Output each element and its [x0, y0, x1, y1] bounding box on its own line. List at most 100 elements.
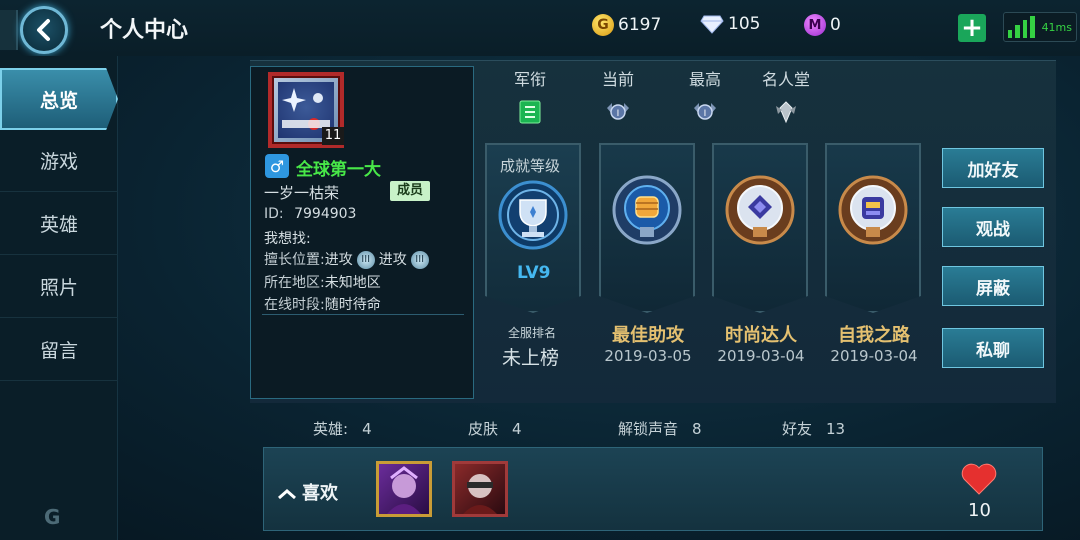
liked-hero-thumbnail[interactable] [452, 461, 508, 517]
diamond-amount: 105 [728, 14, 761, 34]
fist-badge-icon [612, 175, 682, 245]
sidebar: 总览 游戏 英雄 照片 留言 [0, 56, 118, 540]
m-coin-amount: 0 [830, 15, 841, 35]
chevron-badge-icon [725, 175, 795, 245]
network-status: 41ms [1003, 12, 1077, 42]
stat-skins: 皮肤 4 [468, 418, 522, 439]
player-name: 一岁一枯荣 [264, 184, 340, 202]
id-row: ID: 7994903 [264, 206, 356, 222]
online-label: 在线时段: [264, 297, 325, 313]
stat-label: 解锁声音 [618, 420, 679, 438]
military-rank-icon[interactable] [516, 100, 544, 124]
signal-bar [1015, 25, 1020, 38]
server-rank-value: 未上榜 [502, 347, 560, 369]
stat-voices: 解锁声音 8 [618, 418, 702, 439]
sidebar-item-messages[interactable]: 留言 [0, 319, 118, 381]
stat-label: 皮肤 [468, 420, 499, 438]
online-value: 随时待命 [324, 297, 381, 313]
sidebar-item-photos[interactable]: 照片 [0, 256, 118, 318]
seeking-label: 我想找: [264, 231, 311, 247]
sidebar-item-heroes[interactable]: 英雄 [0, 193, 118, 255]
stat-label: 英雄: [313, 420, 349, 438]
achievement-date: 2019-03-04 [830, 347, 918, 365]
current-rank-icon[interactable]: I [604, 100, 632, 124]
achievement-name: 自我之路 [838, 325, 910, 346]
stat-heroes: 英雄: 4 [313, 418, 372, 439]
trophy-icon [498, 180, 568, 250]
rank-header-current: 当前 [601, 70, 634, 89]
hero-portrait-icon [463, 474, 497, 514]
add-currency-button[interactable]: + [958, 14, 986, 42]
spectate-button[interactable]: 观战 [942, 207, 1044, 247]
sidebar-item-label: 游戏 [39, 151, 78, 173]
member-badge: 成员 [390, 181, 431, 201]
likes-label: 喜欢 [302, 483, 338, 504]
signal-bar [1022, 20, 1028, 38]
svg-text:I: I [704, 109, 707, 119]
sidebar-item-label: 留言 [39, 340, 78, 362]
gold-coin-icon: G [592, 14, 614, 36]
liked-hero-thumbnail[interactable] [376, 461, 432, 517]
stat-value: 4 [362, 420, 372, 438]
likes-count: 10 [968, 500, 991, 521]
achievement-name: 最佳助攻 [612, 325, 684, 346]
sidebar-item-games[interactable]: 游戏 [0, 130, 118, 192]
svg-text:I: I [617, 109, 620, 119]
page-title: 个人中心 [100, 18, 189, 43]
likes-toggle[interactable]: 喜欢 [278, 479, 338, 505]
achievement-date: 2019-03-04 [717, 347, 805, 365]
stat-label: 好友 [782, 420, 813, 438]
sidebar-item-overview[interactable]: 总览 [0, 68, 118, 130]
robot-badge-icon [838, 175, 908, 245]
gold-currency: G 6197 [592, 14, 661, 36]
position-icon: III [410, 251, 429, 269]
add-friend-button[interactable]: 加好友 [942, 148, 1044, 188]
block-button[interactable]: 屏蔽 [942, 266, 1044, 306]
profile-divider [262, 314, 464, 315]
rank-header-highest: 最高 [688, 70, 721, 89]
id-value: 7994903 [294, 206, 357, 222]
m-coin-icon: M [804, 14, 826, 36]
rank-header-military: 军衔 [513, 70, 546, 89]
position-value: 进攻 [378, 252, 407, 268]
region-row: 所在地区:未知地区 [264, 272, 381, 292]
sidebar-item-label: 照片 [39, 277, 78, 299]
nickname: 全球第一大 [296, 160, 381, 180]
ping-text: 41ms [1041, 21, 1073, 34]
diamond-currency: 105 [700, 14, 760, 34]
heart-icon[interactable] [960, 462, 998, 496]
stat-friends: 好友 13 [782, 418, 845, 439]
hall-of-fame-icon[interactable] [772, 100, 800, 124]
region-label: 所在地区: [264, 275, 325, 291]
diamond-icon [700, 15, 724, 34]
position-label: 擅长位置: [264, 252, 325, 268]
avatar-level: 11 [322, 127, 344, 145]
back-button[interactable] [20, 6, 68, 54]
achievement-level: LV9 [517, 263, 551, 283]
stat-value: 4 [512, 420, 522, 438]
signal-bar [1008, 30, 1013, 38]
sidebar-item-label: 英雄 [39, 214, 78, 236]
signal-bar [1030, 16, 1035, 38]
gold-amount: 6197 [618, 15, 662, 35]
sidebar-item-label: 总览 [39, 89, 78, 112]
back-arrow-icon [37, 19, 50, 41]
achievement-level-title: 成就等级 [500, 157, 561, 175]
achievement-date: 2019-03-05 [604, 347, 692, 365]
achievement-name: 时尚达人 [725, 325, 797, 346]
rank-header-hall-of-fame: 名人堂 [761, 70, 810, 89]
region-value: 未知地区 [324, 275, 381, 291]
online-row: 在线时段:随时待命 [264, 294, 381, 314]
highest-rank-icon[interactable]: I [691, 100, 719, 124]
private-chat-button[interactable]: 私聊 [942, 328, 1044, 368]
position-row: 擅长位置:进攻 III 进攻 III [264, 249, 433, 269]
server-rank-label: 全服排名 [508, 326, 557, 340]
top-left-decoration [0, 10, 18, 50]
chevron-up-icon [278, 489, 296, 499]
hero-portrait-icon [387, 466, 421, 514]
m-coin-currency: M 0 [804, 14, 841, 36]
position-icon: III [356, 251, 375, 269]
g-logo-icon: G [44, 505, 61, 529]
id-label: ID: [264, 206, 284, 222]
position-value: 进攻 [324, 252, 353, 268]
